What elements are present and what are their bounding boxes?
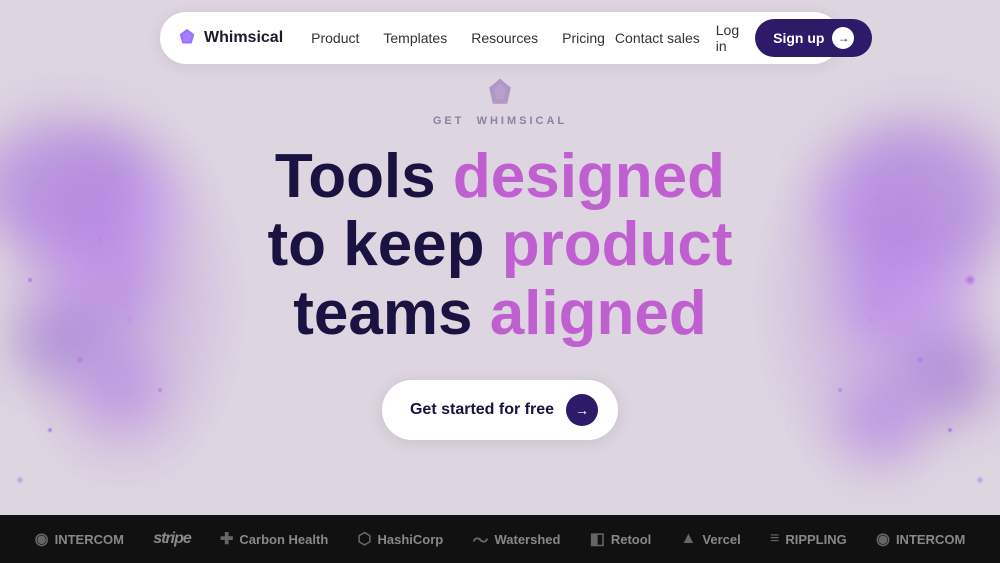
nav-resources[interactable]: Resources [461, 24, 548, 52]
hero-content: GET WHIMSICAL Tools designed to keep pro… [0, 0, 1000, 515]
logo-intercom-1: ◉ INTERCOM [35, 529, 124, 549]
signup-button[interactable]: Sign up → [755, 19, 872, 57]
logo-intercom-2: ◉ INTERCOM [876, 529, 965, 549]
whimsical-logo-icon [176, 27, 198, 49]
nav-templates[interactable]: Templates [373, 24, 457, 52]
nav-menu: Product Templates Resources Pricing [301, 24, 615, 52]
logo-text: Whimsical [204, 29, 283, 47]
eyebrow-text: GET WHIMSICAL [433, 115, 567, 127]
intercom-icon: ◉ [35, 529, 49, 549]
logo-hashicorp: ⬡ HashiCorp [358, 529, 444, 549]
logo-retool: ◧ Retool [590, 529, 652, 549]
nav-product[interactable]: Product [301, 24, 369, 52]
login-link[interactable]: Log in [708, 16, 747, 60]
headline-line-3: teams aligned [267, 280, 732, 348]
logo-stripe: stripe [153, 530, 191, 548]
navbar: Whimsical Product Templates Resources Pr… [160, 12, 840, 64]
logo-vercel: ▲ Vercel [681, 530, 741, 548]
watershed-icon: 〜 [472, 527, 488, 551]
logo[interactable]: Whimsical [176, 27, 283, 49]
cta-arrow-icon: → [566, 394, 598, 426]
rippling-icon: ≡ [770, 530, 779, 548]
logo-rippling: ≡ RIPPLING [770, 530, 847, 548]
headline-line-2: to keep product [267, 211, 732, 279]
contact-sales-link[interactable]: Contact sales [615, 30, 700, 46]
vercel-icon: ▲ [681, 530, 697, 548]
signup-arrow-icon: → [832, 27, 854, 49]
intercom-2-icon: ◉ [876, 529, 890, 549]
get-started-button[interactable]: Get started for free → [382, 380, 618, 440]
eyebrow: GET WHIMSICAL [433, 75, 567, 127]
retool-icon: ◧ [590, 529, 605, 549]
headline-line-1: Tools designed [267, 143, 732, 211]
hashicorp-icon: ⬡ [358, 529, 372, 549]
hero-headline: Tools designed to keep product teams ali… [267, 143, 732, 348]
navbar-right: Contact sales Log in Sign up → [615, 16, 873, 60]
logos-bar: ◉ INTERCOM stripe ✚ Carbon Health ⬡ Hash… [0, 515, 1000, 563]
logo-watershed: 〜 Watershed [472, 527, 560, 551]
hero-logo-icon [482, 75, 518, 111]
nav-pricing[interactable]: Pricing [552, 24, 615, 52]
logo-carbon-health: ✚ Carbon Health [220, 529, 328, 549]
carbon-health-icon: ✚ [220, 529, 233, 549]
